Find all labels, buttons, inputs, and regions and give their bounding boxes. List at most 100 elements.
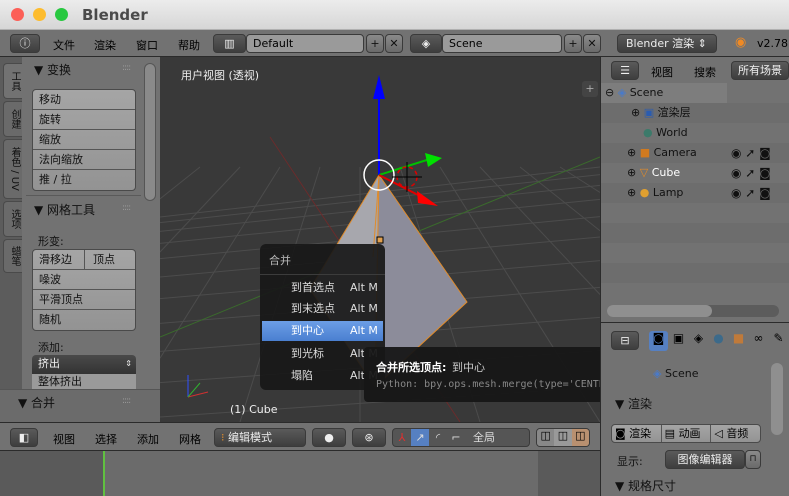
lamp-toggles[interactable]: ◉ ➚ ◙ bbox=[731, 183, 789, 203]
slide-vertex-button[interactable]: 顶点 bbox=[85, 250, 115, 269]
manipulator-toggle-icon[interactable]: ⅄ bbox=[393, 429, 411, 446]
tab-grease-pencil[interactable]: 蜡笔 bbox=[3, 239, 22, 273]
drag-grip-icon[interactable]: :::: bbox=[122, 396, 131, 406]
render-layers-tab-icon[interactable]: ▣ bbox=[669, 331, 688, 351]
mesh-tools-panel-header[interactable]: ▼ 网格工具 bbox=[34, 201, 95, 218]
expand-properties-plus-icon[interactable]: + bbox=[582, 81, 598, 97]
audio-button[interactable]: ◁ 音频 bbox=[711, 425, 760, 442]
merge-panel-header[interactable]: ▼ 合并 bbox=[18, 394, 55, 411]
delete-scene-button[interactable]: ✕ bbox=[583, 34, 601, 53]
pivot-select-icon[interactable]: ⊛ bbox=[352, 428, 386, 447]
tab-create[interactable]: 创建 bbox=[3, 101, 22, 137]
merge-at-center-item[interactable]: 到中心 Alt M bbox=[262, 321, 383, 341]
constraints-tab-icon[interactable]: ∞ bbox=[749, 331, 768, 351]
shading-select-sphere-icon[interactable]: ● bbox=[312, 428, 346, 447]
shelf-scrollbar[interactable] bbox=[144, 63, 156, 201]
scale-manipulator-icon[interactable]: ⌐ bbox=[447, 429, 465, 446]
outliner-row-camera[interactable]: ⊕ ■ Camera bbox=[601, 143, 731, 163]
randomize-button[interactable]: 随机 bbox=[33, 310, 135, 330]
drag-grip-icon[interactable]: :::: bbox=[122, 63, 131, 73]
move-button[interactable]: 移动 bbox=[33, 90, 135, 110]
editor-type-3d-icon[interactable]: ◧ bbox=[10, 428, 38, 447]
menu-view[interactable]: 视图 bbox=[53, 431, 75, 447]
tooltip: 合并所选顶点: 到中心 Python: bpy.ops.mesh.merge(t… bbox=[364, 347, 636, 402]
rotate-button[interactable]: 旋转 bbox=[33, 110, 135, 130]
vertex-select-icon[interactable]: ◫ bbox=[537, 429, 555, 446]
orientation-select[interactable]: 全局 bbox=[465, 429, 529, 446]
screen-layout-icon[interactable]: ▥ bbox=[213, 34, 246, 53]
face-select-icon[interactable]: ◫ bbox=[571, 429, 589, 446]
delete-layout-button[interactable]: ✕ bbox=[385, 34, 403, 53]
current-frame-line[interactable] bbox=[103, 451, 105, 496]
layout-field[interactable]: Default bbox=[246, 34, 364, 53]
mode-select[interactable]: ⁝ 编辑模式 bbox=[214, 428, 306, 447]
outliner-row-lamp[interactable]: ⊕ ● Lamp bbox=[601, 183, 731, 203]
smooth-vertex-button[interactable]: 平滑顶点 bbox=[33, 290, 135, 310]
menu-select[interactable]: 选择 bbox=[95, 431, 117, 447]
drag-grip-icon[interactable]: :::: bbox=[122, 203, 131, 213]
menu-help[interactable]: 帮助 bbox=[178, 37, 200, 53]
add-scene-button[interactable]: + bbox=[564, 34, 582, 53]
tab-options[interactable]: 选项 bbox=[3, 201, 22, 237]
maximize-window-button[interactable] bbox=[55, 8, 68, 21]
noise-button[interactable]: 噪波 bbox=[33, 270, 135, 290]
divider bbox=[26, 195, 141, 196]
outliner-row-scene[interactable]: ⊖ ◈ Scene bbox=[601, 83, 727, 103]
deform-label: 形变: bbox=[38, 235, 64, 248]
outliner-menu-view[interactable]: 视图 bbox=[651, 64, 673, 80]
extrude-region-button[interactable]: 整体挤出 bbox=[32, 374, 136, 389]
modifiers-tab-icon[interactable]: ✎ bbox=[769, 331, 788, 351]
outliner-menu-search[interactable]: 搜索 bbox=[694, 64, 716, 80]
render-tab-camera-icon[interactable]: ◙ bbox=[649, 331, 668, 351]
menu-file[interactable]: 文件 bbox=[53, 37, 75, 53]
deform-buttons: 滑移边 顶点 噪波 平滑顶点 随机 bbox=[32, 249, 136, 331]
slide-edge-button[interactable]: 滑移边 bbox=[33, 250, 85, 269]
menu-render[interactable]: 渲染 bbox=[94, 37, 116, 53]
editor-type-info-icon[interactable]: ⓘ bbox=[10, 34, 40, 53]
menu-mesh[interactable]: 网格 bbox=[179, 431, 201, 447]
add-layout-button[interactable]: + bbox=[366, 34, 384, 53]
extrude-select[interactable]: 挤出 ⇕ bbox=[32, 355, 136, 374]
scene-tab-icon[interactable]: ◈ bbox=[689, 331, 708, 351]
render-engine-value: Blender 渲染 bbox=[626, 37, 695, 50]
merge-at-first-item[interactable]: 到首选点 Alt M bbox=[260, 278, 385, 298]
properties-editor-type-icon[interactable]: ⊟ bbox=[611, 331, 639, 350]
object-tab-icon[interactable]: ■ bbox=[729, 331, 748, 351]
merge-at-last-item[interactable]: 到末选点 Alt M bbox=[260, 299, 385, 319]
outliner-row-world[interactable]: ● World bbox=[601, 123, 789, 143]
world-tab-icon[interactable]: ● bbox=[709, 331, 728, 351]
minimize-window-button[interactable] bbox=[33, 8, 46, 21]
display-mode-select[interactable]: 所有场景 bbox=[731, 61, 789, 80]
outliner-row-cube[interactable]: ⊕ ▽ Cube bbox=[601, 163, 731, 183]
render-button[interactable]: ◙ 渲染 bbox=[612, 425, 662, 442]
edge-select-icon[interactable]: ◫ bbox=[554, 429, 572, 446]
tab-tools[interactable]: 工具 bbox=[3, 63, 22, 99]
close-window-button[interactable] bbox=[11, 8, 24, 21]
outliner-editor-type-icon[interactable]: ☰ bbox=[611, 61, 639, 80]
scene-field[interactable]: Scene bbox=[442, 34, 562, 53]
scrollbar-thumb[interactable] bbox=[607, 305, 712, 317]
tab-shading-uv[interactable]: 着色 / UV bbox=[3, 139, 22, 199]
shrink-fatten-button[interactable]: 法向缩放 bbox=[33, 150, 135, 170]
camera-toggles[interactable]: ◉ ➚ ◙ bbox=[731, 143, 789, 163]
translate-manipulator-icon[interactable]: ↗ bbox=[411, 429, 429, 446]
transform-panel-header[interactable]: ▼ 变换 bbox=[34, 61, 71, 78]
row-label: Cube bbox=[651, 166, 681, 179]
animation-button[interactable]: ▤ 动画 bbox=[662, 425, 712, 442]
cube-toggles[interactable]: ◉ ➚ ◙ bbox=[731, 163, 789, 183]
scene-icon[interactable]: ◈ bbox=[410, 34, 442, 53]
rotate-manipulator-icon[interactable]: ◜ bbox=[429, 429, 447, 446]
lock-icon[interactable]: ⊓ bbox=[745, 450, 761, 469]
scale-button[interactable]: 缩放 bbox=[33, 130, 135, 150]
menu-window[interactable]: 窗口 bbox=[136, 37, 158, 53]
outliner-hscrollbar[interactable] bbox=[607, 305, 779, 317]
display-select[interactable]: 图像编辑器 bbox=[665, 450, 745, 469]
properties-scrollbar[interactable] bbox=[771, 363, 783, 435]
timeline[interactable] bbox=[0, 450, 600, 496]
dimensions-panel-header[interactable]: ▼ 规格尺寸 bbox=[615, 477, 676, 494]
menu-add[interactable]: 添加 bbox=[137, 431, 159, 447]
outliner-row-render-layers[interactable]: ⊕ ▣ 渲染层 bbox=[601, 103, 789, 123]
push-pull-button[interactable]: 推 / 拉 bbox=[33, 170, 135, 190]
render-panel-header[interactable]: ▼ 渲染 bbox=[615, 395, 652, 412]
render-engine-select[interactable]: Blender 渲染 ⇕ bbox=[617, 34, 717, 53]
